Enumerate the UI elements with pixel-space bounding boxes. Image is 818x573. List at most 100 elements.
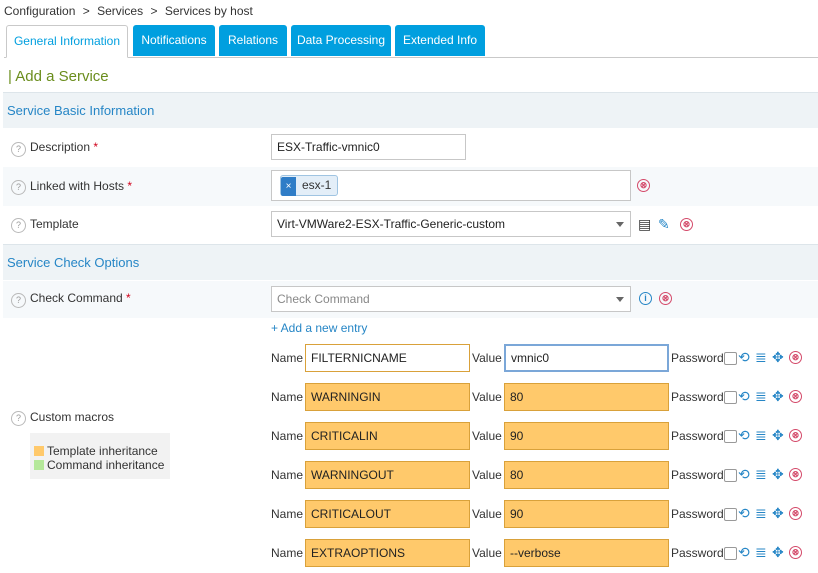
move-icon[interactable]: ✥ xyxy=(772,545,784,559)
breadcrumb-services-by-host[interactable]: Services by host xyxy=(165,4,253,18)
password-checkbox[interactable] xyxy=(724,508,737,521)
password-checkbox[interactable] xyxy=(724,391,737,404)
list-icon[interactable]: ≣ xyxy=(755,545,767,559)
delete-macro-icon[interactable]: ⊗ xyxy=(789,507,802,520)
description-input[interactable]: ESX-Traffic-vmnic0 xyxy=(271,134,466,160)
macro-password-label: Password xyxy=(671,507,724,521)
macro-value-input[interactable]: 90 xyxy=(504,422,669,450)
macro-name-input[interactable]: FILTERNICNAME xyxy=(305,344,470,372)
breadcrumb-separator: > xyxy=(150,4,158,18)
list-icon[interactable]: ≣ xyxy=(755,389,767,403)
macro-password-label: Password xyxy=(671,468,724,482)
template-row: ? Template Virt-VMWare2-ESX-Traffic-Gene… xyxy=(3,206,818,243)
legend-template: Template inheritance xyxy=(34,444,158,458)
macro-value-label: Value xyxy=(472,546,502,560)
macro-name-input[interactable]: CRITICALIN xyxy=(305,422,470,450)
macro-name-label: Name xyxy=(271,429,304,443)
list-icon[interactable]: ≣ xyxy=(755,428,767,442)
template-value: Virt-VMWare2-ESX-Traffic-Generic-custom xyxy=(277,217,506,231)
password-checkbox[interactable] xyxy=(724,469,737,482)
check-command-row: ? Check Command * Check Command i ⊗ xyxy=(3,281,818,318)
macro-name-input[interactable]: CRITICALOUT xyxy=(305,500,470,528)
clear-hosts-icon[interactable]: ⊗ xyxy=(637,179,650,192)
linked-hosts-label: Linked with Hosts * xyxy=(30,179,133,193)
legend-command: Command inheritance xyxy=(34,458,164,472)
macro-value-label: Value xyxy=(472,390,502,404)
check-command-label: Check Command * xyxy=(30,291,131,305)
tab-notifications[interactable]: Notifications xyxy=(133,25,215,56)
breadcrumb-configuration[interactable]: Configuration xyxy=(4,4,75,18)
macro-value-input[interactable]: 80 xyxy=(504,383,669,411)
macro-value-label: Value xyxy=(472,507,502,521)
linked-hosts-input[interactable]: × esx-1 xyxy=(271,170,631,201)
info-icon[interactable]: i xyxy=(639,292,652,305)
macro-name-label: Name xyxy=(271,351,304,365)
host-chip-label: esx-1 xyxy=(302,178,332,192)
password-checkbox[interactable] xyxy=(724,352,737,365)
macro-password-label: Password xyxy=(671,546,724,560)
breadcrumb-services[interactable]: Services xyxy=(97,4,143,18)
clear-template-icon[interactable]: ⊗ xyxy=(680,218,693,231)
help-icon[interactable]: ? xyxy=(11,218,26,233)
macro-value-input[interactable]: 90 xyxy=(504,500,669,528)
move-icon[interactable]: ✥ xyxy=(772,389,784,403)
chip-remove-icon[interactable]: × xyxy=(281,177,296,196)
list-icon[interactable]: ≣ xyxy=(755,506,767,520)
move-icon[interactable]: ✥ xyxy=(772,467,784,481)
undo-icon[interactable]: ⟲ xyxy=(738,350,750,364)
template-view-icon[interactable]: ▤ xyxy=(638,217,651,231)
macro-value-input[interactable]: vmnic0 xyxy=(504,344,669,372)
move-icon[interactable]: ✥ xyxy=(772,506,784,520)
undo-icon[interactable]: ⟲ xyxy=(738,506,750,520)
check-command-placeholder: Check Command xyxy=(277,292,370,306)
move-icon[interactable]: ✥ xyxy=(772,350,784,364)
description-label: Description * xyxy=(30,140,99,154)
tab-extended-info[interactable]: Extended Info xyxy=(395,25,485,56)
tab-data-processing[interactable]: Data Processing xyxy=(291,25,391,56)
password-checkbox[interactable] xyxy=(724,430,737,443)
undo-icon[interactable]: ⟲ xyxy=(738,428,750,442)
macro-value-label: Value xyxy=(472,351,502,365)
help-icon[interactable]: ? xyxy=(11,411,26,426)
help-icon[interactable]: ? xyxy=(11,142,26,157)
help-icon[interactable]: ? xyxy=(11,293,26,308)
description-row: ? Description * ESX-Traffic-vmnic0 xyxy=(3,129,818,167)
macro-value-input[interactable]: --verbose xyxy=(504,539,669,567)
macro-name-input[interactable]: WARNINGOUT xyxy=(305,461,470,489)
section-check-options: Service Check Options xyxy=(3,244,818,280)
delete-macro-icon[interactable]: ⊗ xyxy=(789,468,802,481)
list-icon[interactable]: ≣ xyxy=(755,467,767,481)
move-icon[interactable]: ✥ xyxy=(772,428,784,442)
add-entry-link[interactable]: + Add a new entry xyxy=(271,321,367,335)
undo-icon[interactable]: ⟲ xyxy=(738,389,750,403)
linked-hosts-row: ? Linked with Hosts * × esx-1 ⊗ xyxy=(3,167,818,206)
custom-macros-label: Custom macros xyxy=(30,410,115,424)
macro-value-label: Value xyxy=(472,468,502,482)
macro-password-label: Password xyxy=(671,351,724,365)
template-select[interactable]: Virt-VMWare2-ESX-Traffic-Generic-custom xyxy=(271,211,631,237)
undo-icon[interactable]: ⟲ xyxy=(738,545,750,559)
check-command-select[interactable]: Check Command xyxy=(271,286,631,312)
tab-relations[interactable]: Relations xyxy=(219,25,287,56)
delete-macro-icon[interactable]: ⊗ xyxy=(789,546,802,559)
delete-macro-icon[interactable]: ⊗ xyxy=(789,351,802,364)
clear-command-icon[interactable]: ⊗ xyxy=(659,292,672,305)
edit-pencil-icon[interactable]: ✎ xyxy=(658,217,670,231)
page-title: | Add a Service xyxy=(8,68,109,85)
chevron-down-icon xyxy=(616,297,624,302)
tab-general-information[interactable]: General Information xyxy=(6,25,128,58)
macro-name-input[interactable]: WARNINGIN xyxy=(305,383,470,411)
chevron-down-icon xyxy=(616,222,624,227)
macro-name-input[interactable]: EXTRAOPTIONS xyxy=(305,539,470,567)
undo-icon[interactable]: ⟲ xyxy=(738,467,750,481)
list-icon[interactable]: ≣ xyxy=(755,350,767,364)
macro-name-label: Name xyxy=(271,546,304,560)
password-checkbox[interactable] xyxy=(724,547,737,560)
legend-template-swatch xyxy=(34,446,44,456)
macro-value-input[interactable]: 80 xyxy=(504,461,669,489)
macro-password-label: Password xyxy=(671,429,724,443)
delete-macro-icon[interactable]: ⊗ xyxy=(789,390,802,403)
section-basic-information: Service Basic Information xyxy=(3,92,818,128)
delete-macro-icon[interactable]: ⊗ xyxy=(789,429,802,442)
help-icon[interactable]: ? xyxy=(11,180,26,195)
